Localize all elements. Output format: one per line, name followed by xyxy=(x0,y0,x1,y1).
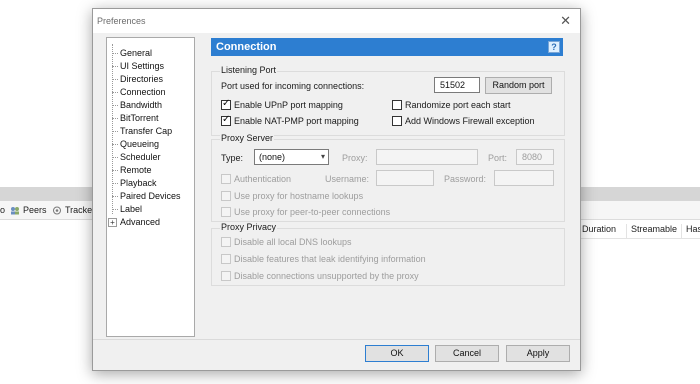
disable-dns-checkbox[interactable] xyxy=(221,237,231,247)
tree-item-label: Directories xyxy=(120,74,164,84)
tree-item-label: Scheduler xyxy=(120,152,161,162)
tree-item-ui-settings[interactable]: UI Settings xyxy=(107,60,164,73)
proxy-type-select[interactable]: (none) ▾ xyxy=(254,149,329,165)
tree-item-transfer-cap[interactable]: Transfer Cap xyxy=(107,125,172,138)
proxy-privacy-group: Proxy Privacy Disable all local DNS look… xyxy=(211,222,565,286)
tree-item-label: UI Settings xyxy=(120,61,165,71)
background-column-headers: Duration Streamable Has xyxy=(565,221,700,239)
p2p-proxy-checkbox[interactable] xyxy=(221,207,231,217)
firewall-checkbox[interactable] xyxy=(392,116,402,126)
authentication-checkbox[interactable] xyxy=(221,174,231,184)
tree-item-label: Advanced xyxy=(120,217,161,227)
tree-item-label: Playback xyxy=(120,178,157,188)
category-tree[interactable]: General UI Settings Directories Connecti… xyxy=(106,37,195,337)
tree-item-remote[interactable]: Remote xyxy=(107,164,152,177)
tree-item-label: Transfer Cap xyxy=(120,126,173,136)
tree-item-connection[interactable]: Connection xyxy=(107,86,166,99)
upnp-checkbox[interactable]: ✓ xyxy=(221,98,231,110)
disable-unsupported-checkbox[interactable] xyxy=(221,271,231,281)
disable-unsupported-label: Disable connections unsupported by the p… xyxy=(234,271,419,281)
proxy-privacy-title: Proxy Privacy xyxy=(220,222,278,232)
expand-icon[interactable]: + xyxy=(108,218,117,227)
listening-port-group: Listening Port Port used for incoming co… xyxy=(211,65,565,136)
randomize-port-checkbox[interactable] xyxy=(392,100,402,110)
dialog-titlebar[interactable]: Preferences ✕ xyxy=(93,9,580,33)
tab-peers[interactable]: Peers xyxy=(10,205,47,215)
help-icon[interactable]: ? xyxy=(548,41,560,53)
tree-item-scheduler[interactable]: Scheduler xyxy=(107,151,161,164)
proxy-port-input[interactable]: 8080 xyxy=(516,149,554,165)
proxy-server-title: Proxy Server xyxy=(220,133,275,143)
proxy-type-value: (none) xyxy=(259,152,286,162)
disable-leak-label: Disable features that leak identifying i… xyxy=(234,254,426,264)
tree-item-label: Remote xyxy=(120,165,152,175)
tree-item-queueing[interactable]: Queueing xyxy=(107,138,159,151)
trackers-icon xyxy=(52,206,62,215)
tree-item-label: Label xyxy=(120,204,143,214)
tree-item-label: Connection xyxy=(120,87,166,97)
proxy-type-label: Type: xyxy=(221,153,244,163)
username-label: Username: xyxy=(325,174,370,184)
column-header-duration[interactable]: Duration xyxy=(577,224,616,238)
column-header-streamable[interactable]: Streamable xyxy=(626,224,677,238)
proxy-host-input[interactable] xyxy=(376,149,478,165)
username-input[interactable] xyxy=(376,170,434,186)
hostname-lookup-checkbox[interactable] xyxy=(221,191,231,201)
random-port-button[interactable]: Random port xyxy=(485,77,552,94)
upnp-label: Enable UPnP port mapping xyxy=(234,100,343,110)
tree-item-label: General xyxy=(120,48,153,58)
port-label: Port used for incoming connections: xyxy=(221,81,365,91)
dialog-title: Preferences xyxy=(97,16,146,26)
apply-button[interactable]: Apply xyxy=(506,345,570,362)
tree-item-label: BitTorrent xyxy=(120,113,159,123)
ok-button[interactable]: OK xyxy=(365,345,429,362)
section-header: Connection ? xyxy=(211,38,563,56)
password-input[interactable] xyxy=(494,170,554,186)
port-input[interactable]: 51502 xyxy=(434,77,480,93)
disable-leak-checkbox[interactable] xyxy=(221,254,231,264)
disable-dns-label: Disable all local DNS lookups xyxy=(234,237,352,247)
tree-item-general[interactable]: General xyxy=(107,47,152,60)
peers-icon xyxy=(10,206,20,215)
proxy-port-label: Port: xyxy=(488,153,508,163)
password-label: Password: xyxy=(444,174,487,184)
chevron-down-icon: ▾ xyxy=(320,152,325,161)
randomize-port-label: Randomize port each start xyxy=(405,100,511,110)
proxy-host-label: Proxy: xyxy=(342,153,368,163)
tree-item-paired-devices[interactable]: Paired Devices xyxy=(107,190,181,203)
tree-item-directories[interactable]: Directories xyxy=(107,73,163,86)
column-header-has[interactable]: Has xyxy=(681,224,700,238)
tree-item-label: Paired Devices xyxy=(120,191,181,201)
hostname-lookup-label: Use proxy for hostname lookups xyxy=(234,191,364,201)
natpmp-checkbox[interactable]: ✓ xyxy=(221,114,231,126)
check-icon: ✓ xyxy=(222,114,231,125)
footer-divider xyxy=(93,339,580,340)
tree-item-bandwidth[interactable]: Bandwidth xyxy=(107,99,162,112)
tree-item-label: Bandwidth xyxy=(120,100,163,110)
cancel-button[interactable]: Cancel xyxy=(435,345,499,362)
section-title: Connection xyxy=(216,41,277,53)
listening-port-title: Listening Port xyxy=(220,65,278,75)
firewall-label: Add Windows Firewall exception xyxy=(405,116,535,126)
tree-item-label-category[interactable]: Label xyxy=(107,203,142,216)
check-icon: ✓ xyxy=(222,98,231,109)
preferences-dialog: Preferences ✕ General UI Settings Direct… xyxy=(92,8,581,371)
p2p-proxy-label: Use proxy for peer-to-peer connections xyxy=(234,207,391,217)
tree-item-bittorrent[interactable]: BitTorrent xyxy=(107,112,159,125)
tab-peers-label: Peers xyxy=(23,205,47,215)
background-tab-fragment: o xyxy=(0,205,6,215)
proxy-server-group: Proxy Server Type: (none) ▾ Proxy: Port:… xyxy=(211,133,565,222)
close-icon[interactable]: ✕ xyxy=(560,13,571,29)
tree-item-playback[interactable]: Playback xyxy=(107,177,157,190)
authentication-label: Authentication xyxy=(234,174,292,184)
tree-item-advanced[interactable]: + Advanced xyxy=(107,216,160,229)
tree-item-label: Queueing xyxy=(120,139,160,149)
natpmp-label: Enable NAT-PMP port mapping xyxy=(234,116,359,126)
